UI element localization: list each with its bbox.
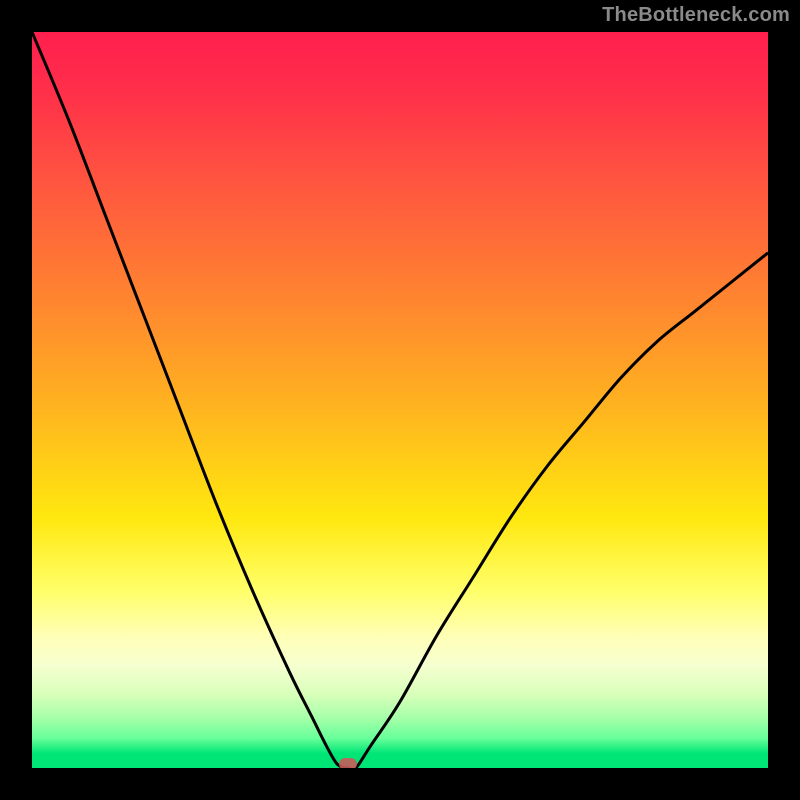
plot-area [32,32,768,768]
attribution-text: TheBottleneck.com [602,4,790,27]
curve-path [32,32,768,768]
curve-svg [32,32,768,768]
min-marker [339,758,357,768]
chart-frame: TheBottleneck.com [0,0,800,800]
